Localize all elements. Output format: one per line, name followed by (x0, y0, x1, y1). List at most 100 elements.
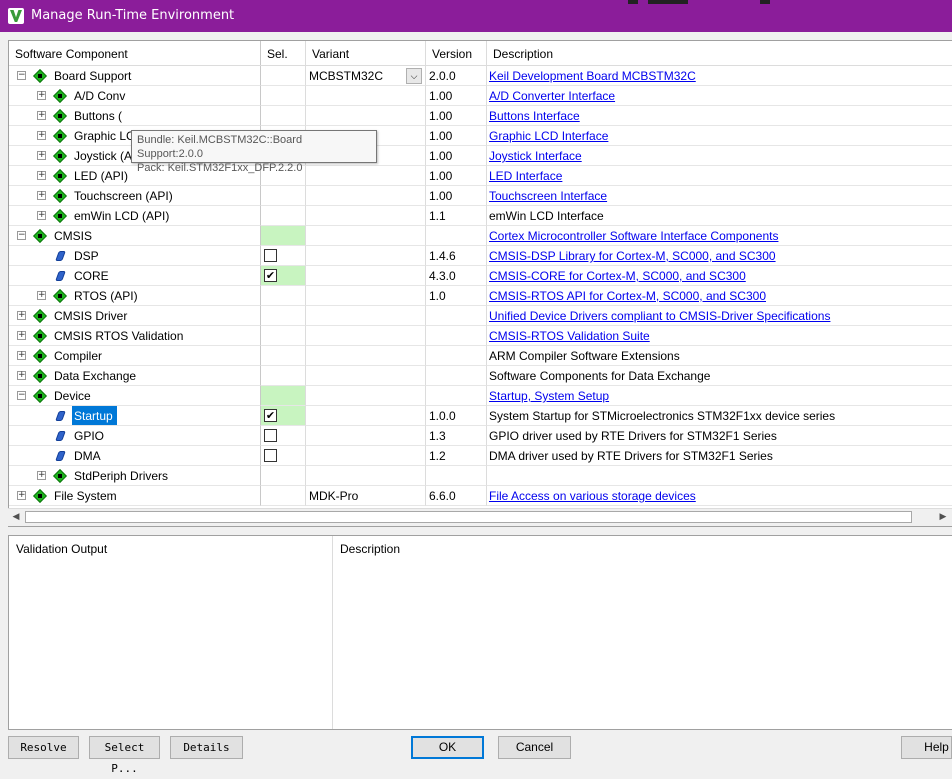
component-cell[interactable]: − Board Support (9, 66, 261, 86)
description-cell[interactable]: Buttons Interface (487, 106, 952, 126)
description-cell[interactable]: CMSIS-DSP Library for Cortex-M, SC000, a… (487, 246, 952, 266)
expand-icon[interactable]: + (37, 91, 46, 100)
component-row[interactable]: + Data Exchange Software Components for Da… (9, 366, 952, 386)
sel-cell[interactable]: ✔ (261, 266, 306, 286)
expand-icon[interactable]: + (37, 171, 46, 180)
description-cell[interactable]: CMSIS-CORE for Cortex-M, SC000, and SC30… (487, 266, 952, 286)
description-link[interactable]: CMSIS-DSP Library for Cortex-M, SC000, a… (489, 249, 776, 263)
collapse-icon[interactable]: − (17, 71, 26, 80)
component-row[interactable]: − Board Support MCBSTM32C ⌵ 2.0.0 Keil Develo… (9, 66, 952, 86)
expand-icon[interactable]: + (17, 491, 26, 500)
component-row[interactable]: DMA 1.2 DMA driver used by RTE Drivers for… (9, 446, 952, 466)
component-row[interactable]: + emWin LCD (API) 1.1 emWin LCD Interface (9, 206, 952, 226)
component-cell[interactable]: + A/D Conv (9, 86, 261, 106)
component-row[interactable]: DSP 1.4.6 CMSIS-DSP Library for Cortex-M, … (9, 246, 952, 266)
resolve-button[interactable]: Resolve (8, 736, 79, 759)
component-cell[interactable]: Startup (9, 406, 261, 426)
component-cell[interactable]: + Touchscreen (API) (9, 186, 261, 206)
description-link[interactable]: Unified Device Drivers compliant to CMSI… (489, 309, 830, 323)
component-cell[interactable]: + StdPeriph Drivers (9, 466, 261, 486)
help-button[interactable]: Help (901, 736, 952, 759)
scroll-right-icon[interactable]: ▶ (936, 511, 950, 523)
description-cell[interactable]: File Access on various storage devices (487, 486, 952, 506)
component-cell[interactable]: DSP (9, 246, 261, 266)
scroll-left-icon[interactable]: ◀ (9, 511, 23, 523)
description-cell[interactable]: Keil Development Board MCBSTM32C (487, 66, 952, 86)
description-link[interactable]: Graphic LCD Interface (489, 129, 608, 143)
description-link[interactable]: Joystick Interface (489, 149, 582, 163)
col-header-sel[interactable]: Sel. (261, 41, 306, 65)
component-row[interactable]: Startup ✔ 1.0.0 System Startup for STMicroe… (9, 406, 952, 426)
expand-icon[interactable]: + (37, 211, 46, 220)
component-cell[interactable]: GPIO (9, 426, 261, 446)
description-link[interactable]: File Access on various storage devices (489, 489, 696, 503)
expand-icon[interactable]: + (37, 131, 46, 140)
details-button[interactable]: Details (170, 736, 243, 759)
description-cell[interactable]: A/D Converter Interface (487, 86, 952, 106)
chevron-down-icon[interactable]: ⌵ (406, 68, 422, 84)
component-cell[interactable]: + Buttons ( (9, 106, 261, 126)
expand-icon[interactable]: + (17, 311, 26, 320)
col-header-description[interactable]: Description (487, 41, 952, 65)
component-row[interactable]: + File System MDK-Pro 6.6.0 File Access on v… (9, 486, 952, 506)
description-cell[interactable]: Cortex Microcontroller Software Interfac… (487, 226, 952, 246)
ok-button[interactable]: OK (411, 736, 484, 759)
expand-icon[interactable]: + (17, 371, 26, 380)
description-cell[interactable]: Graphic LCD Interface (487, 126, 952, 146)
description-link[interactable]: A/D Converter Interface (489, 89, 615, 103)
description-link[interactable]: Buttons Interface (489, 109, 580, 123)
expand-icon[interactable]: + (37, 471, 46, 480)
description-cell[interactable]: Unified Device Drivers compliant to CMSI… (487, 306, 952, 326)
component-row[interactable]: + StdPeriph Drivers (9, 466, 952, 486)
component-row[interactable]: + CMSIS RTOS Validation CMSIS-RTOS Validat… (9, 326, 952, 346)
component-row[interactable]: + Touchscreen (API) 1.00 Touchscreen Interf… (9, 186, 952, 206)
description-link[interactable]: CMSIS-RTOS Validation Suite (489, 329, 650, 343)
component-row[interactable]: − CMSIS Cortex Microcontroller Software In… (9, 226, 952, 246)
description-link[interactable]: Keil Development Board MCBSTM32C (489, 69, 696, 83)
component-row[interactable]: + Buttons (1.00 Buttons Interface (9, 106, 952, 126)
component-cell[interactable]: + File System (9, 486, 261, 506)
collapse-icon[interactable]: − (17, 391, 26, 400)
component-cell[interactable]: − Device (9, 386, 261, 406)
sel-cell[interactable] (261, 246, 306, 266)
description-cell[interactable]: CMSIS-RTOS Validation Suite (487, 326, 952, 346)
scroll-thumb[interactable] (25, 511, 912, 523)
component-row[interactable]: GPIO 1.3 GPIO driver used by RTE Drivers f… (9, 426, 952, 446)
select-packs-button[interactable]: Select P... (89, 736, 160, 775)
description-link[interactable]: CMSIS-RTOS API for Cortex-M, SC000, and … (489, 289, 766, 303)
select-checkbox[interactable]: ✔ (264, 269, 277, 282)
description-cell[interactable]: Joystick Interface (487, 146, 952, 166)
select-checkbox[interactable] (264, 249, 277, 262)
expand-icon[interactable]: + (17, 351, 26, 360)
select-checkbox[interactable]: ✔ (264, 409, 277, 422)
cancel-button[interactable]: Cancel (498, 736, 571, 759)
component-cell[interactable]: + CMSIS Driver (9, 306, 261, 326)
description-cell[interactable]: CMSIS-RTOS API for Cortex-M, SC000, and … (487, 286, 952, 306)
component-cell[interactable]: + RTOS (API) (9, 286, 261, 306)
description-link[interactable]: LED Interface (489, 169, 562, 183)
col-header-component[interactable]: Software Component (9, 41, 261, 65)
description-link[interactable]: Touchscreen Interface (489, 189, 607, 203)
collapse-icon[interactable]: − (17, 231, 26, 240)
component-row[interactable]: + RTOS (API) 1.0 CMSIS-RTOS API for Cortex-… (9, 286, 952, 306)
component-row[interactable]: − Device Startup, System Setup (9, 386, 952, 406)
component-row[interactable]: + Compiler ARM Compiler Software Extension… (9, 346, 952, 366)
component-cell[interactable]: + emWin LCD (API) (9, 206, 261, 226)
expand-icon[interactable]: + (37, 111, 46, 120)
sel-cell[interactable] (261, 426, 306, 446)
select-checkbox[interactable] (264, 429, 277, 442)
expand-icon[interactable]: + (37, 191, 46, 200)
component-cell[interactable]: + Data Exchange (9, 366, 261, 386)
expand-icon[interactable]: + (17, 331, 26, 340)
component-cell[interactable]: CORE (9, 266, 261, 286)
description-cell[interactable]: Startup, System Setup (487, 386, 952, 406)
description-cell[interactable]: Touchscreen Interface (487, 186, 952, 206)
horizontal-scrollbar[interactable]: ◀ ▶ (8, 508, 952, 526)
component-tree-grid[interactable]: Software Component Sel. Variant Version … (8, 40, 952, 527)
description-link[interactable]: Cortex Microcontroller Software Interfac… (489, 229, 778, 243)
component-row[interactable]: + A/D Conv 1.00 A/D Converter Interface (9, 86, 952, 106)
component-row[interactable]: + CMSIS Driver Unified Device Drivers comp… (9, 306, 952, 326)
sel-cell[interactable]: ✔ (261, 406, 306, 426)
select-checkbox[interactable] (264, 449, 277, 462)
expand-icon[interactable]: + (37, 291, 46, 300)
